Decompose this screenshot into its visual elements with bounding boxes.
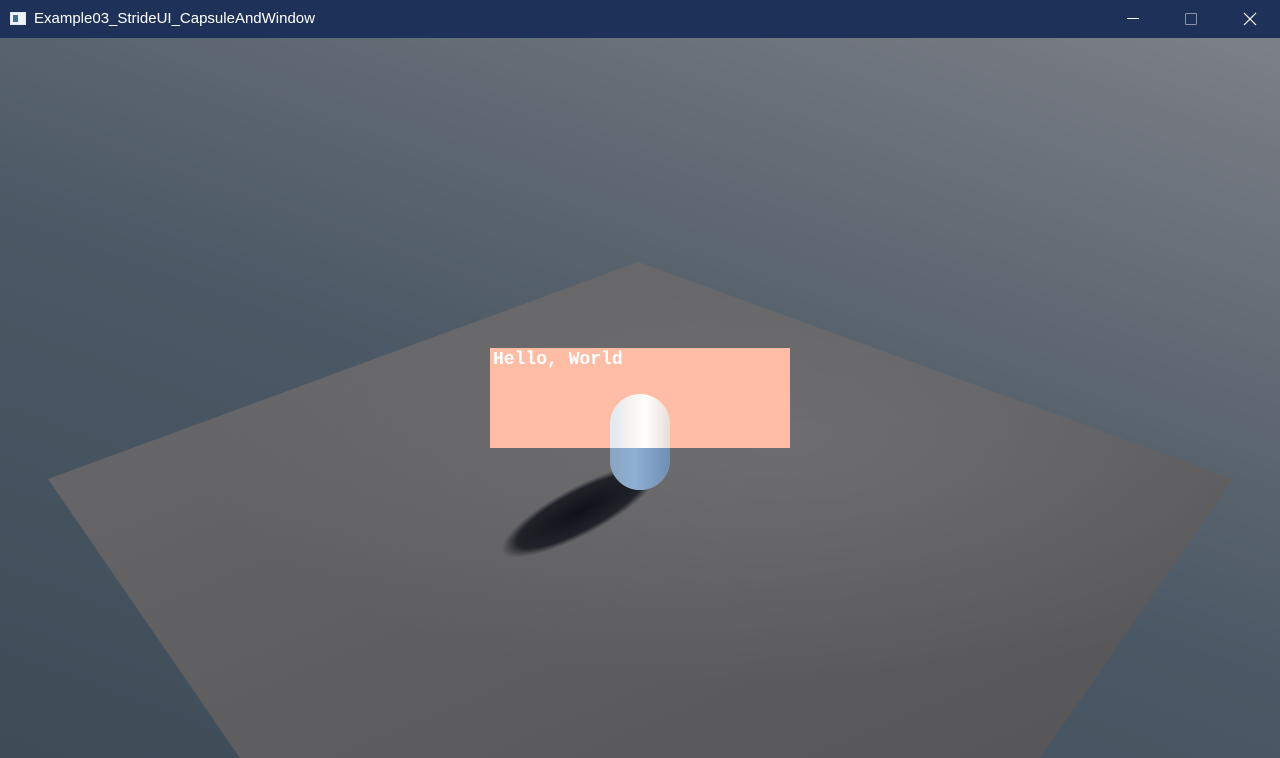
window-title: Example03_StrideUI_CapsuleAndWindow xyxy=(34,10,315,27)
app-window-icon xyxy=(10,12,26,25)
maximize-button[interactable] xyxy=(1162,0,1220,38)
minimize-button[interactable] xyxy=(1104,0,1162,38)
maximize-icon xyxy=(1185,13,1197,25)
title-bar[interactable]: Example03_StrideUI_CapsuleAndWindow xyxy=(0,0,1280,38)
close-icon xyxy=(1243,12,1257,26)
app-window: Example03_StrideUI_CapsuleAndWindow Hell… xyxy=(0,0,1280,758)
capsule-model xyxy=(610,394,670,490)
minimize-icon xyxy=(1127,18,1139,19)
hello-world-text: Hello, World xyxy=(493,350,623,370)
capsule-lower-half xyxy=(610,448,670,490)
close-button[interactable] xyxy=(1220,0,1278,38)
render-viewport[interactable]: Hello, World xyxy=(0,38,1280,758)
ground-plane-highlight xyxy=(48,262,1233,758)
